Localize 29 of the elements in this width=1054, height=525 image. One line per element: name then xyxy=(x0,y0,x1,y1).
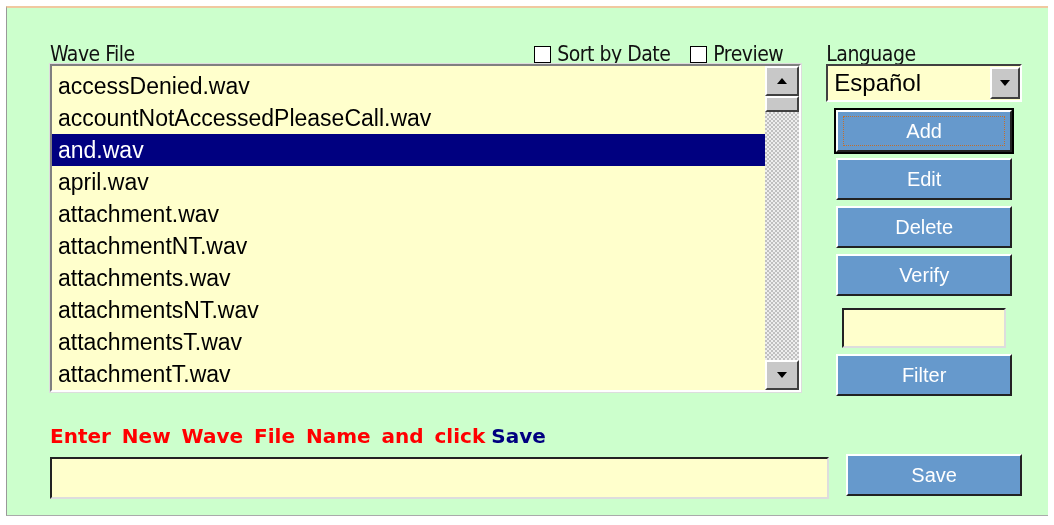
list-item[interactable]: attachmentsT.wav xyxy=(52,326,766,358)
wave-file-list[interactable]: accessDenied.wav accountNotAccessedPleaseCall.wav and.wav april.wav attachment.wav attachmentNT.wav attachments.wav attachmentsNT.wav attachmentsT.wav attachmentT.wav xyxy=(50,64,802,392)
scrollbar[interactable] xyxy=(765,66,800,390)
checkbox[interactable] xyxy=(534,45,552,63)
list-item[interactable]: attachment.wav xyxy=(52,198,766,230)
option-checkbox[interactable]: Sort by Date xyxy=(534,42,671,66)
file-name-field[interactable] xyxy=(50,457,830,499)
scroll-up-icon[interactable] xyxy=(765,66,800,96)
language-dropdown[interactable]: Español xyxy=(826,64,1022,102)
save-prompt: Enter New Wave File Name and click xyxy=(50,424,486,448)
list-item[interactable]: accountNotAccessedPleaseCall.wav xyxy=(52,102,766,134)
list-item[interactable]: attachmentsNT.wav xyxy=(52,294,766,326)
filter-field[interactable] xyxy=(842,308,1007,348)
list-item[interactable]: attachmentNT.wav xyxy=(52,230,766,262)
language-label: Language xyxy=(826,41,916,66)
list-item[interactable]: accessDenied.wav xyxy=(52,70,766,102)
scroll-thumb[interactable] xyxy=(765,96,800,112)
list-item[interactable]: and.wav xyxy=(52,134,766,166)
list-item[interactable]: april.wav xyxy=(52,166,766,198)
option-checkbox[interactable]: Preview xyxy=(690,42,784,66)
scroll-down-icon[interactable] xyxy=(765,360,800,390)
wave-file-label: Wave File xyxy=(50,42,135,66)
save-keyword: Save xyxy=(491,424,546,448)
dropdown-icon[interactable] xyxy=(990,67,1020,99)
option-label: Sort by Date xyxy=(557,42,671,66)
checkbox[interactable] xyxy=(690,45,708,63)
list-item[interactable]: attachmentT.wav xyxy=(52,358,766,390)
option-label: Preview xyxy=(713,42,784,66)
list-item[interactable]: attachments.wav xyxy=(52,262,766,294)
